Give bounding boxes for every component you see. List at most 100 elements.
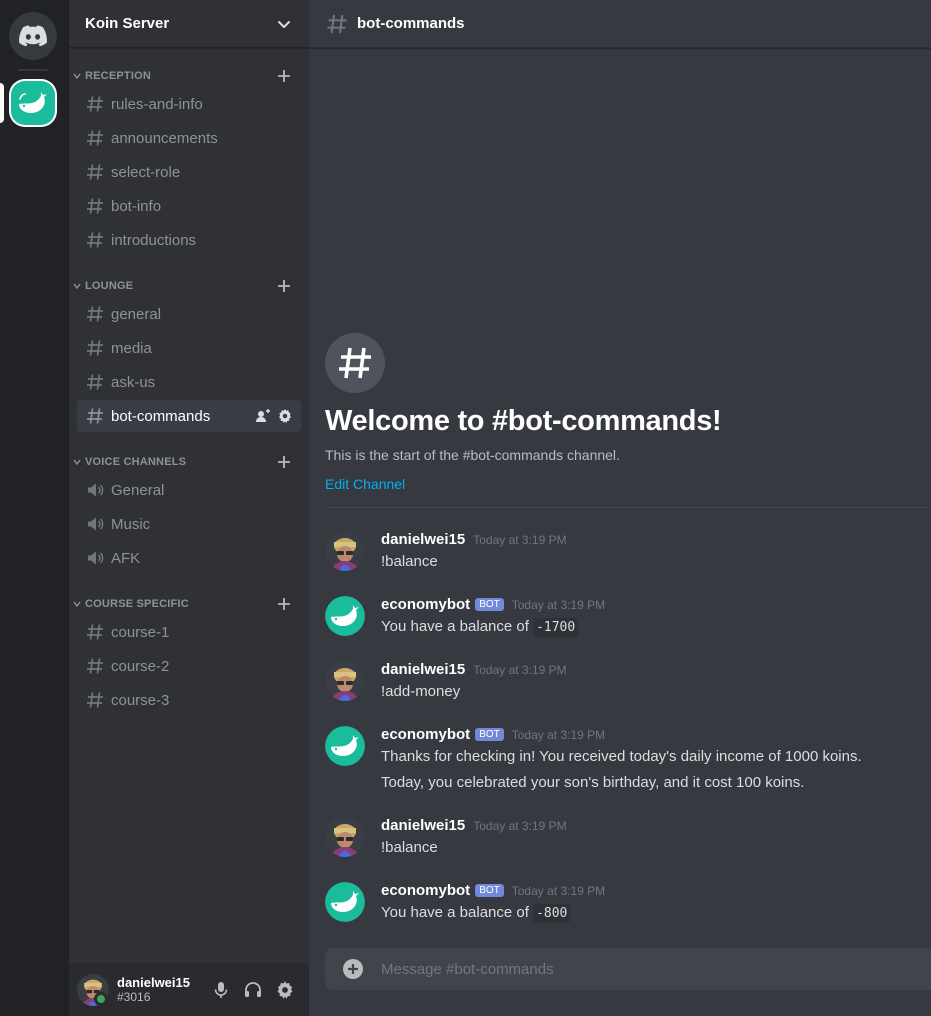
voice-channel-afk[interactable]: AFK — [77, 542, 301, 574]
inline-code: -1700 — [533, 618, 579, 637]
caret-down-icon — [73, 459, 81, 466]
divider — [325, 507, 931, 508]
create-channel-plus-icon[interactable] — [275, 595, 293, 613]
create-channel-plus-icon[interactable] — [275, 67, 293, 85]
whale-icon — [325, 882, 365, 922]
voice-channel-general[interactable]: General — [77, 474, 301, 506]
server-header[interactable]: Koin Server — [69, 0, 309, 48]
gear-icon[interactable] — [277, 408, 293, 424]
channel-ask-us[interactable]: ask-us — [77, 366, 301, 398]
user-discriminator: #3016 — [117, 989, 151, 1004]
username: danielwei15 — [117, 974, 190, 990]
deafen-button[interactable] — [237, 974, 269, 1006]
category-voice-channels[interactable]: VOICE CHANNELS — [69, 452, 309, 472]
channel-label: announcements — [111, 129, 218, 147]
hash-icon — [87, 198, 103, 214]
create-channel-plus-icon[interactable] — [275, 277, 293, 295]
hash-icon — [87, 408, 103, 424]
category-reception[interactable]: RECEPTION — [69, 66, 309, 86]
author-avatar[interactable] — [325, 531, 365, 571]
hash-icon — [327, 14, 347, 33]
message-input[interactable] — [381, 960, 881, 978]
message-timestamp: Today at 3:19 PM — [511, 884, 606, 898]
user-settings-button[interactable] — [269, 974, 301, 1006]
bot-avatar[interactable] — [325, 726, 365, 766]
author-avatar[interactable] — [325, 817, 365, 857]
author-avatar[interactable] — [325, 661, 365, 701]
channel-label: select-role — [111, 163, 181, 181]
channel-introductions[interactable]: introductions — [77, 224, 301, 256]
channel-announcements[interactable]: announcements — [77, 122, 301, 154]
channel-course-1[interactable]: course-1 — [77, 616, 301, 648]
bot-tag: BOT — [475, 728, 504, 741]
channel-rules-and-info[interactable]: rules-and-info — [77, 88, 301, 120]
bot-avatar[interactable] — [325, 882, 365, 922]
whale-icon — [19, 92, 47, 113]
edit-channel-link[interactable]: Edit Channel — [325, 476, 405, 492]
caret-down-icon — [73, 601, 81, 608]
invite-user-icon[interactable] — [255, 408, 271, 424]
hash-icon — [87, 96, 103, 112]
channel-label: general — [111, 305, 162, 323]
channel-course-2[interactable]: course-2 — [77, 650, 301, 682]
user-avatar-image-icon — [325, 531, 365, 571]
channel-label: course-1 — [111, 623, 170, 641]
chevron-down-icon — [278, 20, 290, 28]
category-lounge[interactable]: LOUNGE — [69, 276, 309, 296]
caret-down-icon — [73, 73, 81, 80]
hash-icon — [87, 164, 103, 180]
channel-media[interactable]: media — [77, 332, 301, 364]
category-label: VOICE CHANNELS — [85, 456, 187, 468]
upload-plus-icon[interactable] — [341, 957, 365, 981]
message-timestamp: Today at 3:19 PM — [473, 663, 567, 677]
bot-avatar[interactable] — [325, 596, 365, 636]
channel-label: ask-us — [111, 373, 156, 391]
message-content: !add-money — [381, 683, 460, 700]
discord-logo-icon — [19, 25, 47, 47]
chat-area: bot-commands Welcome to #bot-commands! T… — [309, 0, 931, 1016]
channel-bot-commands[interactable]: bot-commands — [77, 400, 301, 432]
category-label: COURSE SPECIFIC — [85, 598, 189, 610]
message-author[interactable]: danielwei15 — [381, 661, 465, 678]
home-button[interactable] — [9, 12, 57, 60]
channel-label: Music — [111, 515, 151, 533]
whale-icon — [325, 596, 365, 636]
channel-label: course-3 — [111, 691, 170, 709]
channel-course-3[interactable]: course-3 — [77, 684, 301, 716]
mute-button[interactable] — [205, 974, 237, 1006]
channel-label: media — [111, 339, 152, 357]
message-author[interactable]: economybot — [381, 882, 470, 899]
message-content: !balance — [381, 553, 438, 570]
hash-icon — [87, 340, 103, 356]
channel-label: General — [111, 481, 165, 499]
channel-title: bot-commands — [357, 15, 465, 32]
message-author[interactable]: danielwei15 — [381, 531, 465, 548]
server-rail — [0, 0, 69, 1016]
whale-icon — [325, 726, 365, 766]
voice-channel-music[interactable]: Music — [77, 508, 301, 540]
message-text: !balance — [381, 553, 438, 570]
speaker-icon — [88, 483, 104, 497]
message-author[interactable]: economybot — [381, 726, 470, 743]
create-channel-plus-icon[interactable] — [275, 453, 293, 471]
category-course-specific[interactable]: COURSE SPECIFIC — [69, 594, 309, 614]
speaker-icon — [88, 551, 104, 565]
rail-separator — [18, 69, 48, 71]
message-timestamp: Today at 3:19 PM — [473, 533, 567, 547]
inline-code: -800 — [533, 904, 571, 923]
message-composer — [325, 948, 931, 990]
channel-select-role[interactable]: select-role — [77, 156, 301, 188]
message-timestamp: Today at 3:19 PM — [511, 598, 606, 612]
channel-label: introductions — [111, 231, 197, 249]
hash-icon — [339, 347, 371, 379]
message-author[interactable]: danielwei15 — [381, 817, 465, 834]
channel-sidebar: Koin Server RECEPTION rules-and-info ann… — [69, 0, 309, 1016]
channel-general[interactable]: general — [77, 298, 301, 330]
server-button-koin[interactable] — [9, 79, 57, 127]
server-name: Koin Server — [85, 15, 170, 32]
channel-label: bot-commands — [111, 407, 211, 425]
welcome-subtitle: This is the start of the #bot-commands c… — [325, 447, 620, 463]
message-author[interactable]: economybot — [381, 596, 470, 613]
channel-bot-info[interactable]: bot-info — [77, 190, 301, 222]
message-text: You have a balance of — [381, 618, 534, 635]
